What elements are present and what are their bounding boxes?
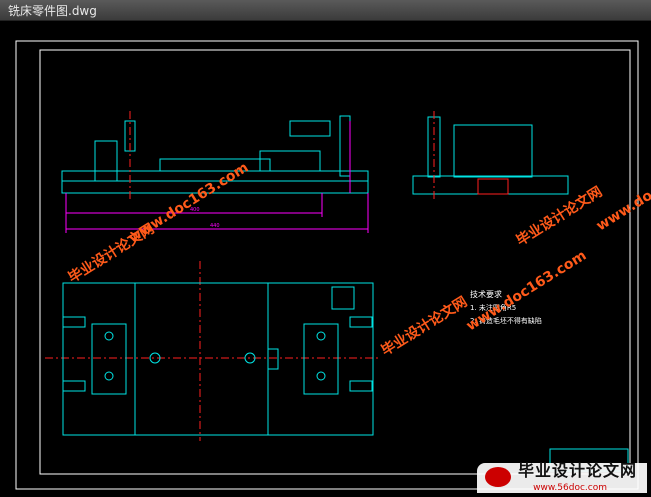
window-title: 铣床零件图.dwg bbox=[8, 4, 97, 18]
logo-badge-icon bbox=[485, 467, 511, 487]
logo-url: www.56doc.com bbox=[533, 483, 607, 493]
centerlines bbox=[45, 111, 435, 441]
outer-frame bbox=[15, 40, 639, 490]
watermark-3: 毕业设计论文网 bbox=[378, 293, 470, 359]
logo-label: 毕业设计论文网 bbox=[517, 461, 637, 480]
watermark-layer: www.doc163.com 毕业设计论文网 毕业设计论文网 www.doc16… bbox=[65, 148, 651, 360]
watermark-6: www.doc163.com bbox=[594, 148, 651, 235]
side-view bbox=[412, 116, 569, 195]
notes-title: 技术要求 bbox=[470, 289, 502, 299]
inner-frame bbox=[39, 49, 631, 475]
drawing-canvas[interactable]: 400 440 技术要求 1. 未注圆角R5 2. 铸造毛坯不得有缺陷 www.… bbox=[0, 21, 651, 493]
dim-label-2: 440 bbox=[210, 223, 220, 229]
cad-drawing: 400 440 技术要求 1. 未注圆角R5 2. 铸造毛坯不得有缺陷 www.… bbox=[15, 40, 651, 490]
window-titlebar: 铣床零件图.dwg bbox=[0, 0, 651, 21]
plan-view bbox=[62, 282, 374, 436]
watermark-5: 毕业设计论文网 bbox=[513, 183, 605, 249]
watermark-2: 毕业设计论文网 bbox=[65, 220, 157, 286]
